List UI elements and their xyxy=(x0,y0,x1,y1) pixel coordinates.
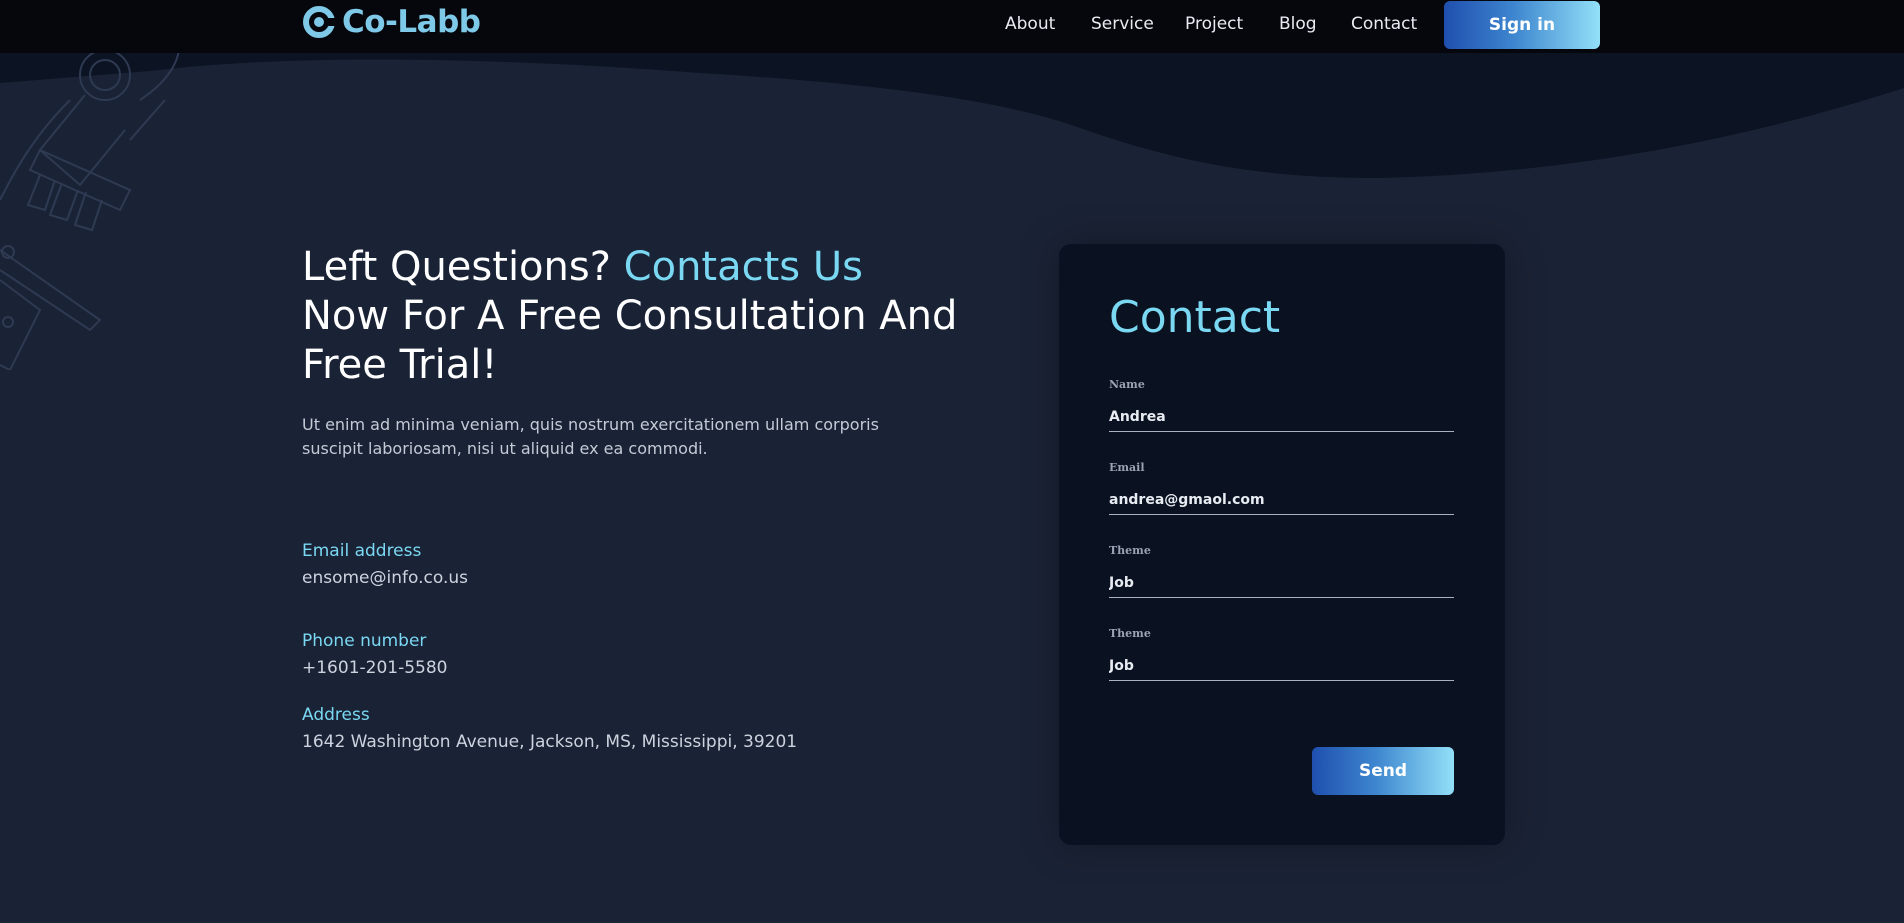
email-address-value: ensome@info.co.us xyxy=(302,568,468,588)
header-wave-decoration xyxy=(0,53,1904,178)
theme-field-label-2: Theme xyxy=(1109,627,1151,640)
email-field-group: Email xyxy=(1109,461,1454,515)
phone-number-value: +1601-201-5580 xyxy=(302,658,448,678)
nav-about[interactable]: About xyxy=(1005,14,1055,34)
address-label: Address xyxy=(302,705,370,725)
contact-form-card: Contact Name Email Theme Theme Send xyxy=(1059,244,1505,845)
sign-in-button[interactable]: Sign in xyxy=(1444,1,1600,49)
theme-field-group: Theme xyxy=(1109,544,1454,598)
headline-suffix: Now For A Free Consultation And Free Tri… xyxy=(302,293,958,388)
theme-input-2[interactable] xyxy=(1109,651,1454,681)
name-input[interactable] xyxy=(1109,402,1454,432)
theme-field-label: Theme xyxy=(1109,544,1151,557)
top-navbar: Co-Labb About Service Project Blog Conta… xyxy=(0,0,1904,53)
name-field-group: Name xyxy=(1109,378,1454,432)
brand-logo[interactable]: Co-Labb xyxy=(302,3,481,41)
theme-input[interactable] xyxy=(1109,568,1454,598)
name-field-label: Name xyxy=(1109,378,1145,391)
email-address-label: Email address xyxy=(302,541,422,561)
email-input[interactable] xyxy=(1109,485,1454,515)
microscope-outline-icon xyxy=(0,40,181,370)
nav-contact[interactable]: Contact xyxy=(1351,14,1417,34)
theme-field-group-2: Theme xyxy=(1109,627,1454,681)
nav-project[interactable]: Project xyxy=(1185,14,1243,34)
contact-form-title: Contact xyxy=(1109,292,1281,343)
c-logo-icon xyxy=(303,6,336,38)
send-button[interactable]: Send xyxy=(1312,747,1454,795)
email-field-label: Email xyxy=(1109,461,1145,474)
phone-number-label: Phone number xyxy=(302,631,427,651)
headline-prefix: Left Questions? xyxy=(302,244,624,290)
nav-service[interactable]: Service xyxy=(1091,14,1154,34)
address-value: 1642 Washington Avenue, Jackson, MS, Mis… xyxy=(302,732,798,752)
nav-blog[interactable]: Blog xyxy=(1279,14,1317,34)
headline-accent: Contacts Us xyxy=(623,244,863,290)
intro-text: Ut enim ad minima veniam, quis nostrum e… xyxy=(302,415,879,458)
page-headline: Left Questions? Contacts Us Now For A Fr… xyxy=(302,243,962,390)
brand-name: Co-Labb xyxy=(342,4,481,40)
